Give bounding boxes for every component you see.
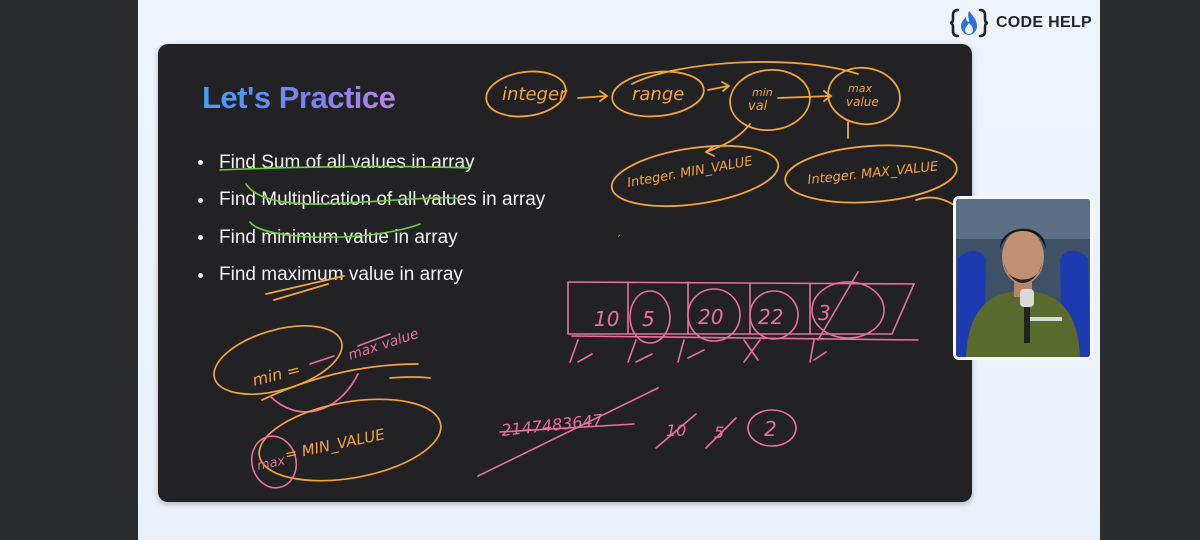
brand-logo: CODE HELP	[949, 6, 1092, 40]
bullet-text: Find Sum of all values in array	[219, 151, 475, 173]
brand-name: CODE HELP	[995, 14, 1092, 31]
max-expression	[258, 398, 442, 482]
array-value: 20	[698, 305, 723, 329]
bullet-item: Find minimum value in array	[198, 219, 545, 257]
bullet-item: Find Sum of all values in array	[198, 144, 545, 182]
label-max-expr-1: max	[256, 453, 287, 474]
label-big-number: 2147483647	[500, 410, 604, 440]
left-letterbox	[0, 0, 138, 540]
label-min-expr: min =	[250, 360, 302, 390]
bullet-text: Find maximum value in array	[219, 264, 463, 286]
array-value: 22	[758, 305, 783, 329]
right-letterbox	[1100, 0, 1200, 540]
flame-braces-icon	[949, 8, 988, 38]
presenter-webcam	[953, 196, 1093, 360]
label-int-max: Integer. MAX_VALUE	[807, 159, 940, 188]
stray-mark: ,	[618, 228, 621, 239]
bullet-dot	[198, 197, 203, 203]
number-strikes	[477, 387, 797, 477]
label-result: 2	[764, 417, 777, 441]
bullet-text: Find minimum value in array	[219, 226, 458, 248]
label-max-2: value	[846, 95, 879, 109]
bullet-dot	[198, 160, 203, 166]
label-min-1: min	[752, 86, 773, 99]
max-circle	[250, 435, 298, 489]
label-integer: integer	[502, 84, 568, 105]
bullet-list: Find Sum of all values in array Find Mul…	[198, 144, 545, 294]
label-range: range	[632, 84, 684, 105]
bullet-dot	[198, 235, 203, 241]
label-min-2: val	[748, 99, 768, 114]
label-crossed-5: 5	[714, 423, 724, 442]
bullet-text: Find Multiplication of all values in arr…	[219, 189, 546, 211]
min-expression	[213, 325, 431, 401]
label-max-1: max	[848, 82, 872, 95]
array-values: 10 5 20 22 3	[594, 301, 831, 331]
label-max-expr-2: = MIN_VALUE	[283, 425, 387, 465]
array-value: 3	[818, 301, 831, 325]
concept-labels: integer range min val max value Integer.…	[502, 82, 940, 239]
array-value: 5	[642, 307, 655, 331]
presenter-video	[956, 199, 1090, 357]
array-value: 10	[594, 307, 619, 331]
max-expression-labels: max = MIN_VALUE	[256, 425, 387, 474]
slide-title: Let's Practice	[202, 80, 396, 115]
number-labels: 2147483647 10 5 2	[500, 410, 776, 442]
array-drawing	[567, 271, 919, 363]
concept-flow	[485, 61, 959, 209]
bullet-item: Find Multiplication of all values in arr…	[198, 182, 545, 220]
min-expression-labels: min = max value	[250, 326, 420, 390]
bullet-item: Find maximum value in array	[198, 257, 545, 295]
label-int-min: Integer. MIN_VALUE	[626, 154, 754, 191]
lecture-slide: Let's Practice Find Sum of all values in…	[158, 44, 972, 502]
label-max-value-note: max value	[346, 326, 421, 364]
bullet-dot	[198, 272, 203, 278]
label-crossed-10: 10	[666, 421, 686, 440]
video-frame: CODE HELP Let's Practice Find Sum of all…	[138, 0, 1100, 540]
min-expression-pink	[269, 333, 391, 413]
